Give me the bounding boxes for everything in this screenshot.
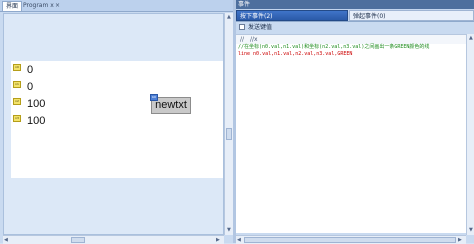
design-pane: 界面 Program x × n0 0 n1 0 n2 100 n3 100 n… <box>0 0 233 244</box>
send-key-label: 发送键值 <box>248 24 273 31</box>
button-marker-icon: b0 <box>150 94 158 101</box>
scroll-right-icon[interactable]: ▶ <box>216 237 220 243</box>
number-value: 100 <box>27 115 46 127</box>
scroll-thumb[interactable] <box>244 237 456 243</box>
uncomment-button[interactable]: //x <box>250 35 258 44</box>
scroll-left-icon[interactable]: ◀ <box>237 237 241 243</box>
code-line-statement: line n0.val,n1.val,n2.val,n3.val,GREEN <box>238 51 353 57</box>
component-marker-icon: n1 <box>13 81 21 88</box>
scroll-up-icon[interactable]: ▲ <box>227 14 231 20</box>
event-options: 发送键值 <box>236 23 474 33</box>
component-marker-icon: n0 <box>13 64 21 71</box>
tab-release-event[interactable]: 弹起事件(0) <box>349 10 474 21</box>
tab-design[interactable]: 界面 <box>2 1 23 11</box>
event-pane: 事件 按下事件(2) 弹起事件(0) 发送键值 // //x //在坐标(n0.… <box>236 0 474 244</box>
screen-page[interactable]: n0 0 n1 0 n2 100 n3 100 newtxt b0 <box>11 61 223 178</box>
close-icon[interactable]: × <box>55 1 60 10</box>
event-header: 事件 <box>236 0 474 9</box>
send-key-checkbox[interactable] <box>239 24 245 30</box>
scroll-up-icon[interactable]: ▲ <box>469 35 473 41</box>
scroll-down-icon[interactable]: ▼ <box>227 227 231 233</box>
comment-button[interactable]: // <box>240 35 244 44</box>
component-marker-icon: n3 <box>13 115 21 122</box>
number-value: 0 <box>27 81 34 93</box>
code-line-comment: //在坐标(n0.val,n1.val)和坐标(n2.val,n3.val)之间… <box>238 44 430 50</box>
tab-program[interactable]: Program x <box>20 1 57 11</box>
number-value: 100 <box>27 98 46 110</box>
number-value: 0 <box>27 64 34 76</box>
scroll-left-icon[interactable]: ◀ <box>4 237 8 243</box>
tab-press-event[interactable]: 按下事件(2) <box>236 10 348 21</box>
component-marker-icon: n2 <box>13 98 21 105</box>
scroll-right-icon[interactable]: ▶ <box>458 237 462 243</box>
vertical-scrollbar[interactable]: ▲ ▼ <box>466 34 474 235</box>
scroll-thumb[interactable] <box>71 237 85 243</box>
code-editor[interactable]: //在坐标(n0.val,n1.val)和坐标(n2.val,n3.val)之间… <box>236 44 467 233</box>
design-tabstrip: 界面 Program x × <box>0 0 233 12</box>
scroll-down-icon[interactable]: ▼ <box>469 227 473 233</box>
design-canvas-area: n0 0 n1 0 n2 100 n3 100 newtxt b0 <box>3 13 224 235</box>
event-tabs: 按下事件(2) 弹起事件(0) <box>236 9 474 22</box>
vertical-scrollbar[interactable]: ▲ ▼ <box>224 13 233 235</box>
event-pane-title: 事件 <box>238 1 251 8</box>
scroll-thumb[interactable] <box>226 128 232 140</box>
